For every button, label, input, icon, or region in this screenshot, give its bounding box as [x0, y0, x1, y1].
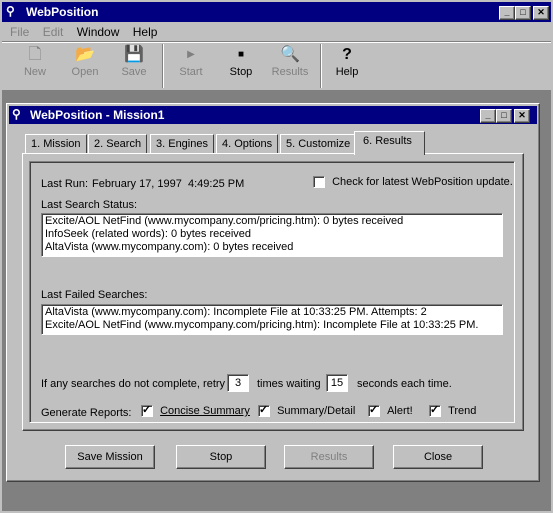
new-document-icon: 🗋	[28, 46, 42, 63]
retry-count-input[interactable]: 3	[227, 374, 249, 392]
last-failed-list[interactable]: AltaVista (www.mycompany.com): Incomplet…	[41, 304, 503, 335]
play-icon: ▶	[187, 49, 195, 60]
tab-engines[interactable]: 3. Engines	[150, 134, 214, 154]
mission-titlebar: ⚲ WebPosition - Mission1 _ □ ✕	[9, 106, 537, 124]
checkmark-icon: ✓	[259, 404, 269, 417]
check-update-checkbox[interactable]: Check for latest WebPosition update.	[313, 176, 513, 189]
summary-detail-checkbox[interactable]: ✓ Summary/Detail	[258, 404, 356, 418]
maximize-button[interactable]: □	[515, 6, 531, 20]
tab-results[interactable]: 6. Results	[354, 131, 425, 155]
last-search-status-label: Last Search Status:	[41, 199, 137, 211]
generate-reports-label: Generate Reports:	[41, 407, 132, 419]
last-failed-label: Last Failed Searches:	[41, 289, 148, 301]
concise-summary-box[interactable]: ✓	[141, 404, 153, 418]
tab-mission[interactable]: 1. Mission	[25, 134, 87, 154]
toolbar-open-button[interactable]: 📂 Open	[64, 44, 106, 78]
menu-edit[interactable]: Edit	[43, 25, 64, 39]
list-item[interactable]: Excite/AOL NetFind (www.mycompany.com/pr…	[45, 319, 499, 332]
summary-detail-box[interactable]: ✓	[258, 404, 270, 418]
retry-prefix-text: If any searches do not complete, retry	[41, 378, 226, 390]
concise-summary-checkbox[interactable]: ✓ Concise Summary	[141, 404, 250, 418]
concise-summary-label: Concise Summary	[160, 405, 250, 417]
child-minimize-button[interactable]: _	[480, 109, 496, 123]
toolbar-save-button[interactable]: 💾 Save	[113, 44, 155, 78]
app-title: WebPosition	[26, 5, 99, 19]
checkmark-icon: ✓	[369, 404, 379, 417]
check-update-label: Check for latest WebPosition update.	[332, 176, 513, 188]
app-titlebar: ⚲ WebPosition _ □ ✕	[2, 2, 551, 22]
minimize-button[interactable]: _	[499, 6, 515, 20]
tab-search[interactable]: 2. Search	[88, 134, 148, 154]
list-item[interactable]: Excite/AOL NetFind (www.mycompany.com/pr…	[45, 215, 499, 228]
magnifier-document-icon: 🔍	[280, 46, 300, 63]
child-maximize-button[interactable]: □	[496, 109, 512, 123]
question-mark-icon: ?	[342, 46, 352, 63]
checkmark-icon: ✓	[430, 404, 440, 417]
retry-mid-text: times waiting	[257, 378, 321, 390]
stop-button[interactable]: Stop	[176, 445, 266, 469]
retry-suffix-text: seconds each time.	[357, 378, 452, 390]
open-folder-icon: 📂	[75, 46, 95, 63]
checkmark-icon: ✓	[142, 404, 152, 417]
results-button[interactable]: Results	[284, 445, 374, 469]
mission-window-icon: ⚲	[12, 107, 21, 121]
toolbar-help-button[interactable]: ? Help	[326, 44, 368, 78]
list-item[interactable]: AltaVista (www.mycompany.com): 0 bytes r…	[45, 241, 499, 254]
menu-window[interactable]: Window	[77, 25, 120, 39]
tab-options[interactable]: 4. Options	[216, 134, 279, 154]
trend-label: Trend	[448, 405, 477, 417]
list-item[interactable]: AltaVista (www.mycompany.com): Incomplet…	[45, 306, 499, 319]
last-run-label: Last Run:	[41, 178, 89, 190]
save-mission-button[interactable]: Save Mission	[65, 445, 155, 469]
toolbar-new-button[interactable]: 🗋 New	[14, 44, 56, 78]
alert-label: Alert!	[387, 405, 413, 417]
mission-window-title: WebPosition - Mission1	[30, 108, 165, 122]
menu-file[interactable]: File	[10, 25, 29, 39]
menu-bar: File Edit Window Help	[10, 25, 167, 39]
last-search-status-list[interactable]: Excite/AOL NetFind (www.mycompany.com/pr…	[41, 213, 503, 257]
toolbar-start-button[interactable]: ▶ Start	[170, 44, 212, 78]
trend-checkbox[interactable]: ✓ Trend	[429, 404, 477, 418]
stop-square-icon: ■	[237, 49, 245, 60]
tab-customize[interactable]: 5. Customize	[280, 134, 357, 154]
app-icon: ⚲	[6, 4, 15, 18]
toolbar-results-button[interactable]: 🔍 Results	[269, 44, 311, 78]
alert-checkbox[interactable]: ✓ Alert!	[368, 404, 413, 418]
menu-help[interactable]: Help	[133, 25, 158, 39]
wait-seconds-input[interactable]: 15	[326, 374, 348, 392]
summary-detail-label: Summary/Detail	[277, 405, 356, 417]
check-update-box[interactable]	[313, 176, 325, 189]
toolbar-stop-button[interactable]: ■ Stop	[220, 44, 262, 78]
close-button[interactable]: ✕	[533, 6, 549, 20]
alert-box[interactable]: ✓	[368, 404, 380, 418]
last-run-value: February 17, 1997 4:49:25 PM	[92, 178, 245, 190]
child-close-button[interactable]: ✕	[514, 109, 530, 123]
trend-box[interactable]: ✓	[429, 404, 441, 418]
close-mission-button[interactable]: Close	[393, 445, 483, 469]
list-item[interactable]: InfoSeek (related words): 0 bytes receiv…	[45, 228, 499, 241]
floppy-disk-icon: 💾	[124, 46, 144, 63]
